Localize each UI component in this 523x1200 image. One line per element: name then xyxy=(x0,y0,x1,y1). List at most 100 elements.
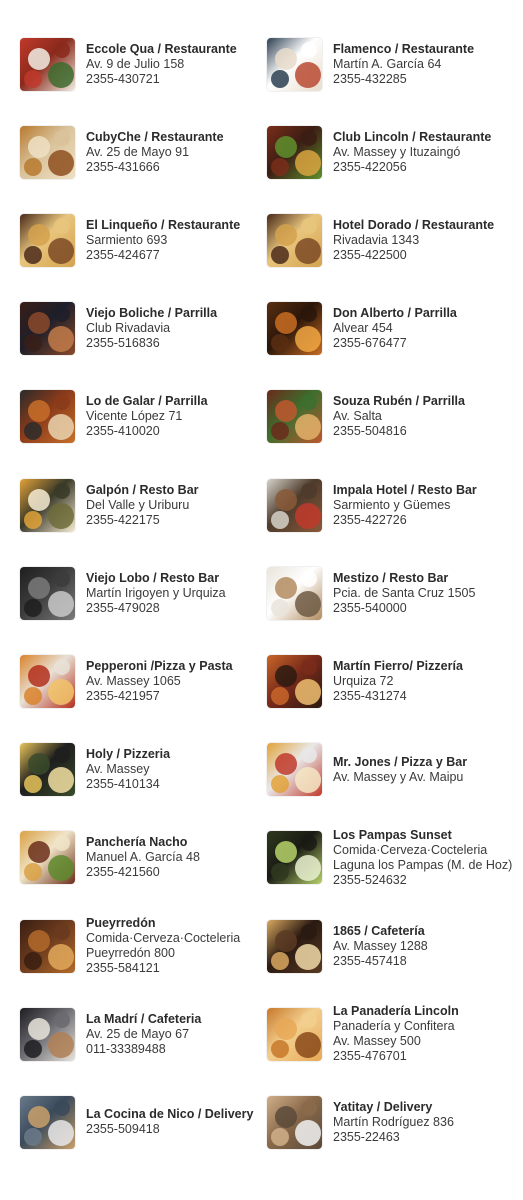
phone-number[interactable]: 2355-22463 xyxy=(333,1130,454,1145)
steak-salad-photo[interactable] xyxy=(267,125,322,179)
phone-number[interactable]: 2355-422726 xyxy=(333,513,477,528)
restaurant-detail: Av. Massey y Ituzaingó xyxy=(333,144,461,159)
delivery-bag-photo[interactable] xyxy=(20,1095,75,1149)
steak-fries-photo[interactable] xyxy=(20,213,75,267)
beer-glass-photo[interactable] xyxy=(20,478,75,532)
pizza-beer-photo[interactable] xyxy=(267,743,322,797)
burger-photo[interactable] xyxy=(20,831,75,885)
restaurant-entry[interactable]: Viejo Lobo / Resto Bar Martín Irigoyen y … xyxy=(20,566,276,620)
restaurant-entry[interactable]: La Panadería Lincoln Panadería y Confiter… xyxy=(267,1004,523,1064)
restaurant-entry[interactable]: Eccole Qua / Restaurante Av. 9 de Julio 1… xyxy=(20,37,276,91)
phone-number[interactable]: 2355-676477 xyxy=(333,336,457,351)
restaurant-entry[interactable]: Hotel Dorado / Restaurante Rivadavia 1343… xyxy=(267,213,523,267)
grilled-meat-photo[interactable] xyxy=(20,302,75,356)
grill-board-photo[interactable] xyxy=(20,390,75,444)
pepperoni-pizza-photo[interactable] xyxy=(20,654,75,708)
restaurant-detail: Av. Salta xyxy=(333,409,382,424)
restaurant-entry[interactable]: Don Alberto / Parrilla Alvear 454 2355-676… xyxy=(267,302,523,356)
restaurant-info: Los Pampas Sunset Comida·Cerveza·Cocteler… xyxy=(333,828,512,888)
phone-number[interactable]: 2355-421957 xyxy=(86,689,233,704)
restaurant-entry[interactable]: 1865 / Cafetería Av. Massey 1288 2355-4574… xyxy=(267,919,523,973)
restaurant-interior-photo[interactable] xyxy=(267,302,322,356)
phone-number[interactable]: 2355-524632 xyxy=(333,873,512,888)
restaurant-name: 1865 / Cafetería xyxy=(333,923,425,938)
steak-fries-photo[interactable] xyxy=(267,213,322,267)
restaurant-detail: Martín A. García 64 xyxy=(333,56,442,71)
restaurant-name: Viejo Boliche / Parrilla xyxy=(86,306,218,321)
phone-number[interactable]: 2355-509418 xyxy=(86,1122,253,1137)
restaurant-entry[interactable]: Flamenco / Restaurante Martín A. García 6… xyxy=(267,37,523,91)
restaurant-entry[interactable]: Club Lincoln / Restaurante Av. Massey y I… xyxy=(267,125,523,179)
phone-number[interactable]: 2355-410134 xyxy=(86,777,170,792)
plated-food-photo[interactable] xyxy=(20,125,75,179)
restaurant-entry[interactable]: Impala Hotel / Resto Bar Sarmiento y Güem… xyxy=(267,478,523,532)
restaurant-entry[interactable]: El Linqueño / Restaurante Sarmiento 693 23… xyxy=(20,213,276,267)
restaurant-info: Don Alberto / Parrilla Alvear 454 2355-676… xyxy=(333,306,457,351)
restaurant-entry[interactable]: La Cocina de Nico / Delivery 2355-509418 xyxy=(20,1095,276,1149)
table-dishes-photo[interactable] xyxy=(267,478,322,532)
cafe-table-photo[interactable] xyxy=(267,566,322,620)
phone-number[interactable]: 2355-424677 xyxy=(86,248,240,263)
restaurant-entry[interactable]: Panchería Nacho Manuel A. García 48 2355-4… xyxy=(20,831,276,885)
phone-number[interactable]: 2355-421560 xyxy=(86,865,200,880)
phone-number[interactable]: 2355-476701 xyxy=(333,1049,459,1064)
restaurant-detail: Comida·Cerveza·Cocteleria xyxy=(86,931,241,945)
restaurant-entry[interactable]: Yatitay / Delivery Martín Rodríguez 836 23… xyxy=(267,1095,523,1149)
caprese-salad-photo[interactable] xyxy=(20,37,75,91)
cocktail-photo[interactable] xyxy=(267,831,322,885)
phone-number[interactable]: 011-33389488 xyxy=(86,1042,201,1057)
restaurant-info: Viejo Lobo / Resto Bar Martín Irigoyen y … xyxy=(86,571,226,616)
restaurant-detail: Pcia. de Santa Cruz 1505 xyxy=(333,585,476,600)
restaurant-entry[interactable]: Holy / Pizzeria Av. Massey 2355-410134 xyxy=(20,743,276,797)
restaurant-detail: Pueyrredón 800 xyxy=(86,946,175,960)
cake-slice-photo[interactable] xyxy=(267,919,322,973)
restaurant-entry[interactable]: Mestizo / Resto Bar Pcia. de Santa Cruz 1… xyxy=(267,566,523,620)
restaurant-info: Pepperoni /Pizza y Pasta Av. Massey 1065 2… xyxy=(86,659,233,704)
restaurant-info: Mr. Jones / Pizza y Bar Av. Massey y Av. … xyxy=(333,755,467,785)
phone-number[interactable]: 2355-431666 xyxy=(86,160,224,175)
restaurant-entry[interactable]: Martín Fierro/ Pizzería Urquiza 72 2355-43… xyxy=(267,654,523,708)
restaurant-name: Panchería Nacho xyxy=(86,835,188,850)
restaurant-detail: Club Rivadavia xyxy=(86,321,171,336)
phone-number[interactable]: 2355-457418 xyxy=(333,954,428,969)
restaurant-name: Mr. Jones / Pizza y Bar xyxy=(333,754,468,769)
phone-number[interactable]: 2355-584121 xyxy=(86,961,240,976)
phone-number[interactable]: 2355-430721 xyxy=(86,72,237,87)
bread-rolls-photo[interactable] xyxy=(267,1007,322,1061)
phone-number[interactable]: 2355-479028 xyxy=(86,601,226,616)
restaurant-entry[interactable]: Souza Rubén / Parrilla Av. Salta 2355-5048… xyxy=(267,390,523,444)
restaurant-entry[interactable]: Galpón / Resto Bar Del Valle y Uriburu 235… xyxy=(20,478,276,532)
coffee-cup-photo[interactable] xyxy=(20,1007,75,1061)
restaurant-entry[interactable]: Pueyrredón Comida·Cerveza·Cocteleria Pueyr… xyxy=(20,916,276,976)
phone-number[interactable]: 2355-422056 xyxy=(333,160,491,175)
tapas-photo[interactable] xyxy=(20,919,75,973)
restaurant-entry[interactable]: Lo de Galar / Parrilla Vicente López 71 23… xyxy=(20,390,276,444)
restaurant-name: Los Pampas Sunset xyxy=(333,827,452,842)
restaurant-entry[interactable]: CubyChe / Restaurante Av. 25 de Mayo 91 23… xyxy=(20,125,276,179)
restaurant-entry[interactable]: Mr. Jones / Pizza y Bar Av. Massey y Av. … xyxy=(267,743,523,797)
dinner-table-photo[interactable] xyxy=(267,37,322,91)
restaurant-entry[interactable]: Pepperoni /Pizza y Pasta Av. Massey 1065 2… xyxy=(20,654,276,708)
beer-tap-photo[interactable] xyxy=(20,566,75,620)
restaurant-detail: Laguna los Pampas (M. de Hoz) xyxy=(333,857,513,872)
olive-pizza-photo[interactable] xyxy=(267,654,322,708)
cheese-pizza-photo[interactable] xyxy=(20,743,75,797)
delivery-handoff-photo[interactable] xyxy=(267,1095,322,1149)
phone-number[interactable]: 2355-516836 xyxy=(86,336,217,351)
restaurant-entry[interactable]: Los Pampas Sunset Comida·Cerveza·Cocteler… xyxy=(267,828,523,888)
restaurant-entry[interactable]: La Madrí / Cafeteria Av. 25 de Mayo 67 011… xyxy=(20,1007,276,1061)
mixed-grill-photo[interactable] xyxy=(267,390,322,444)
phone-number[interactable]: 2355-422500 xyxy=(333,248,494,263)
phone-number[interactable]: 2355-432285 xyxy=(333,72,474,87)
restaurant-detail: Av. Massey 1065 xyxy=(86,673,181,688)
restaurant-detail: Av. 25 de Mayo 91 xyxy=(86,144,190,159)
restaurant-name: Flamenco / Restaurante xyxy=(333,41,475,56)
restaurant-entry[interactable]: Viejo Boliche / Parrilla Club Rivadavia 23… xyxy=(20,302,276,356)
phone-number[interactable]: 2355-410020 xyxy=(86,424,208,439)
phone-number[interactable]: 2355-431274 xyxy=(333,689,463,704)
phone-number[interactable]: 2355-422175 xyxy=(86,513,199,528)
phone-number[interactable]: 2355-504816 xyxy=(333,424,465,439)
phone-number[interactable]: 2355-540000 xyxy=(333,601,475,616)
restaurant-detail: Martín Irigoyen y Urquiza xyxy=(86,585,226,600)
restaurant-info: Holy / Pizzeria Av. Massey 2355-410134 xyxy=(86,747,170,792)
